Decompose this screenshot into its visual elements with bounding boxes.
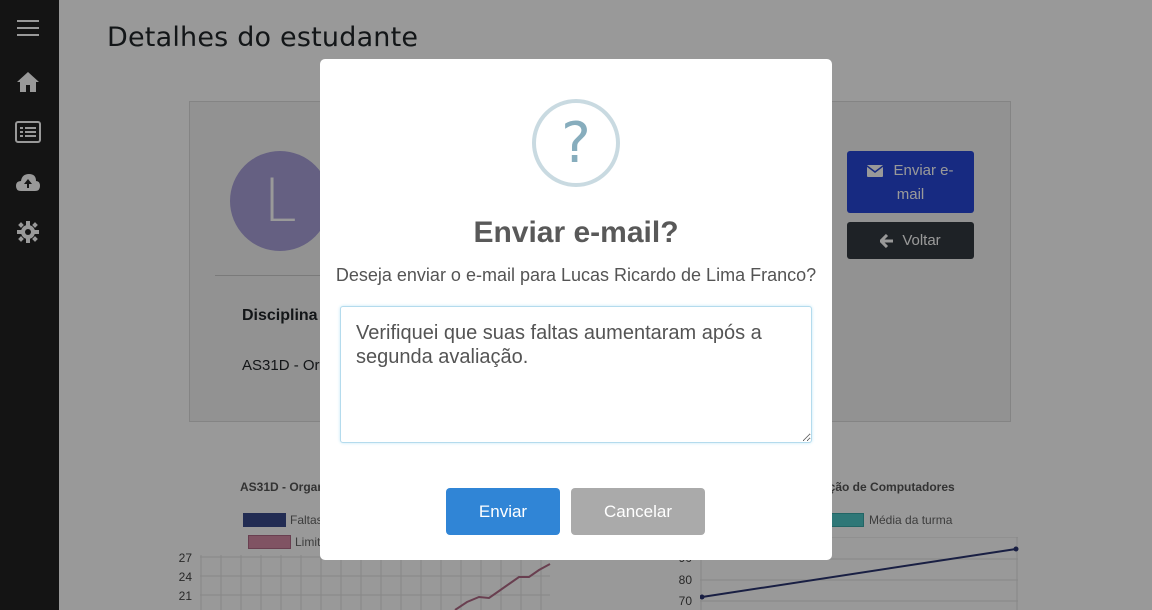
- email-body-textarea[interactable]: Verifiquei que suas faltas aumentaram ap…: [340, 306, 812, 443]
- dialog-message: Deseja enviar o e-mail para Lucas Ricard…: [335, 265, 817, 285]
- cancel-button[interactable]: Cancelar: [571, 488, 705, 535]
- email-dialog: ? Enviar e-mail? Deseja enviar o e-mail …: [320, 59, 832, 560]
- confirm-send-button[interactable]: Enviar: [446, 488, 560, 535]
- question-icon: ?: [532, 99, 620, 187]
- dialog-title: Enviar e-mail?: [473, 216, 679, 249]
